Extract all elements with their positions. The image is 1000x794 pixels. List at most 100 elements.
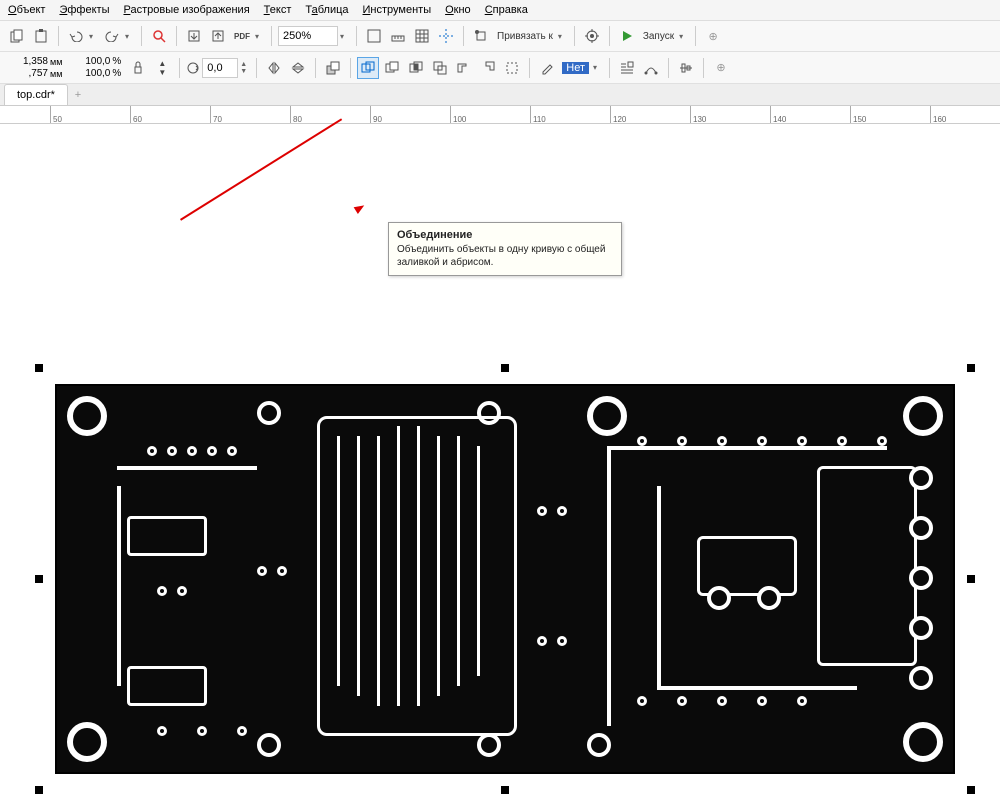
align-button[interactable] [675, 57, 697, 79]
document-tabs: top.cdr* + [0, 84, 1000, 106]
menu-object[interactable]: Объект [8, 4, 45, 16]
publish-pdf-button[interactable]: PDF [231, 25, 253, 47]
convert-curves-button[interactable] [640, 57, 662, 79]
menu-tools[interactable]: Инструменты [363, 4, 432, 16]
selection-handle[interactable] [967, 575, 975, 583]
separator [609, 58, 610, 78]
boundary-button[interactable] [501, 57, 523, 79]
selection-handle[interactable] [967, 786, 975, 794]
stepper-button[interactable]: ▲▼ [151, 57, 173, 79]
mirror-h-button[interactable] [263, 57, 285, 79]
tooltip-body: Объединить объекты в одну кривую с общей… [397, 243, 613, 269]
undo-dropdown[interactable]: ▾ [89, 32, 99, 41]
property-bar: 1,358мм ,757мм 100,0% 100,0% ▲▼ ▲▼ Нет ▾… [0, 52, 1000, 84]
rotation-icon [186, 61, 200, 75]
add-tab-button[interactable]: + [68, 84, 88, 105]
tooltip-title: Объединение [397, 229, 613, 241]
search-button[interactable] [148, 25, 170, 47]
snap-label[interactable]: Привязать к [494, 31, 556, 42]
back-minus-front-button[interactable] [477, 57, 499, 79]
snap-dropdown[interactable]: ▾ [558, 32, 568, 41]
separator [574, 26, 575, 46]
pdf-dropdown[interactable]: ▾ [255, 32, 265, 41]
separator [356, 26, 357, 46]
selection-handle[interactable] [35, 575, 43, 583]
tooltip: Объединение Объединить объекты в одну кр… [388, 222, 622, 276]
options-button[interactable] [581, 25, 603, 47]
separator [668, 58, 669, 78]
snap-settings-button[interactable] [470, 25, 492, 47]
outline-width-dropdown[interactable]: ▾ [593, 63, 603, 72]
rotation-stepper[interactable]: ▲▼ [240, 61, 250, 75]
zoom-dropdown[interactable]: ▾ [340, 32, 350, 41]
undo-button[interactable] [65, 25, 87, 47]
menu-text[interactable]: Текст [264, 4, 292, 16]
selection-handle[interactable] [35, 786, 43, 794]
separator [463, 26, 464, 46]
menu-help[interactable]: Справка [485, 4, 528, 16]
separator [609, 26, 610, 46]
intersect-button[interactable] [405, 57, 427, 79]
add-button[interactable]: ⊕ [702, 25, 724, 47]
height-value[interactable]: ,757 [6, 68, 50, 79]
annotation-arrow-head [354, 202, 367, 214]
separator [350, 58, 351, 78]
menu-raster[interactable]: Растровые изображения [123, 4, 249, 16]
separator [315, 58, 316, 78]
separator [179, 58, 180, 78]
wrap-text-button[interactable] [616, 57, 638, 79]
grid-button[interactable] [411, 25, 433, 47]
menu-bar: Объект Эффекты Растровые изображения Тек… [0, 0, 1000, 21]
selection-handle[interactable] [967, 364, 975, 372]
selection-handle[interactable] [35, 364, 43, 372]
canvas-workspace[interactable]: Объединение Объединить объекты в одну кр… [0, 124, 1000, 714]
annotation-arrow [180, 118, 342, 220]
import-button[interactable] [183, 25, 205, 47]
scale-x-value[interactable]: 100,0 [68, 56, 112, 67]
width-value[interactable]: 1,358 [6, 56, 50, 67]
ruler-horizontal[interactable]: 50 60 70 80 90 100 110 120 130 140 150 1… [0, 106, 1000, 124]
outline-width-value[interactable]: Нет [562, 62, 589, 74]
scale-y-value[interactable]: 100,0 [68, 68, 112, 79]
launch-label[interactable]: Запуск [640, 31, 677, 42]
launch-button[interactable] [616, 25, 638, 47]
scale-group: 100,0% 100,0% [68, 56, 121, 79]
selection-handle[interactable] [501, 364, 509, 372]
size-group: 1,358мм ,757мм [6, 56, 62, 79]
menu-window[interactable]: Окно [445, 4, 471, 16]
export-button[interactable] [207, 25, 229, 47]
separator [141, 26, 142, 46]
trim-button[interactable] [381, 57, 403, 79]
order-button[interactable] [322, 57, 344, 79]
separator [695, 26, 696, 46]
separator [176, 26, 177, 46]
front-minus-back-button[interactable] [453, 57, 475, 79]
pcb-artwork[interactable] [55, 384, 955, 774]
selection-bounds[interactable]: × [40, 369, 970, 789]
fullscreen-button[interactable] [363, 25, 385, 47]
copy-button[interactable] [6, 25, 28, 47]
menu-table[interactable]: Таблица [305, 4, 348, 16]
lock-ratio-button[interactable] [127, 57, 149, 79]
weld-button[interactable] [357, 57, 379, 79]
add-prop-button[interactable]: ⊕ [710, 57, 732, 79]
redo-dropdown[interactable]: ▾ [125, 32, 135, 41]
separator [256, 58, 257, 78]
separator [529, 58, 530, 78]
guides-button[interactable] [435, 25, 457, 47]
mirror-v-button[interactable] [287, 57, 309, 79]
separator [58, 26, 59, 46]
rulers-button[interactable] [387, 25, 409, 47]
launch-dropdown[interactable]: ▾ [679, 32, 689, 41]
document-tab[interactable]: top.cdr* [4, 84, 68, 105]
menu-effects[interactable]: Эффекты [59, 4, 109, 16]
selection-handle[interactable] [501, 786, 509, 794]
zoom-input[interactable] [278, 26, 338, 46]
outline-pen-button[interactable] [536, 57, 558, 79]
simplify-button[interactable] [429, 57, 451, 79]
separator [271, 26, 272, 46]
rotation-input[interactable] [202, 58, 238, 78]
redo-button[interactable] [101, 25, 123, 47]
paste-button[interactable] [30, 25, 52, 47]
separator [703, 58, 704, 78]
